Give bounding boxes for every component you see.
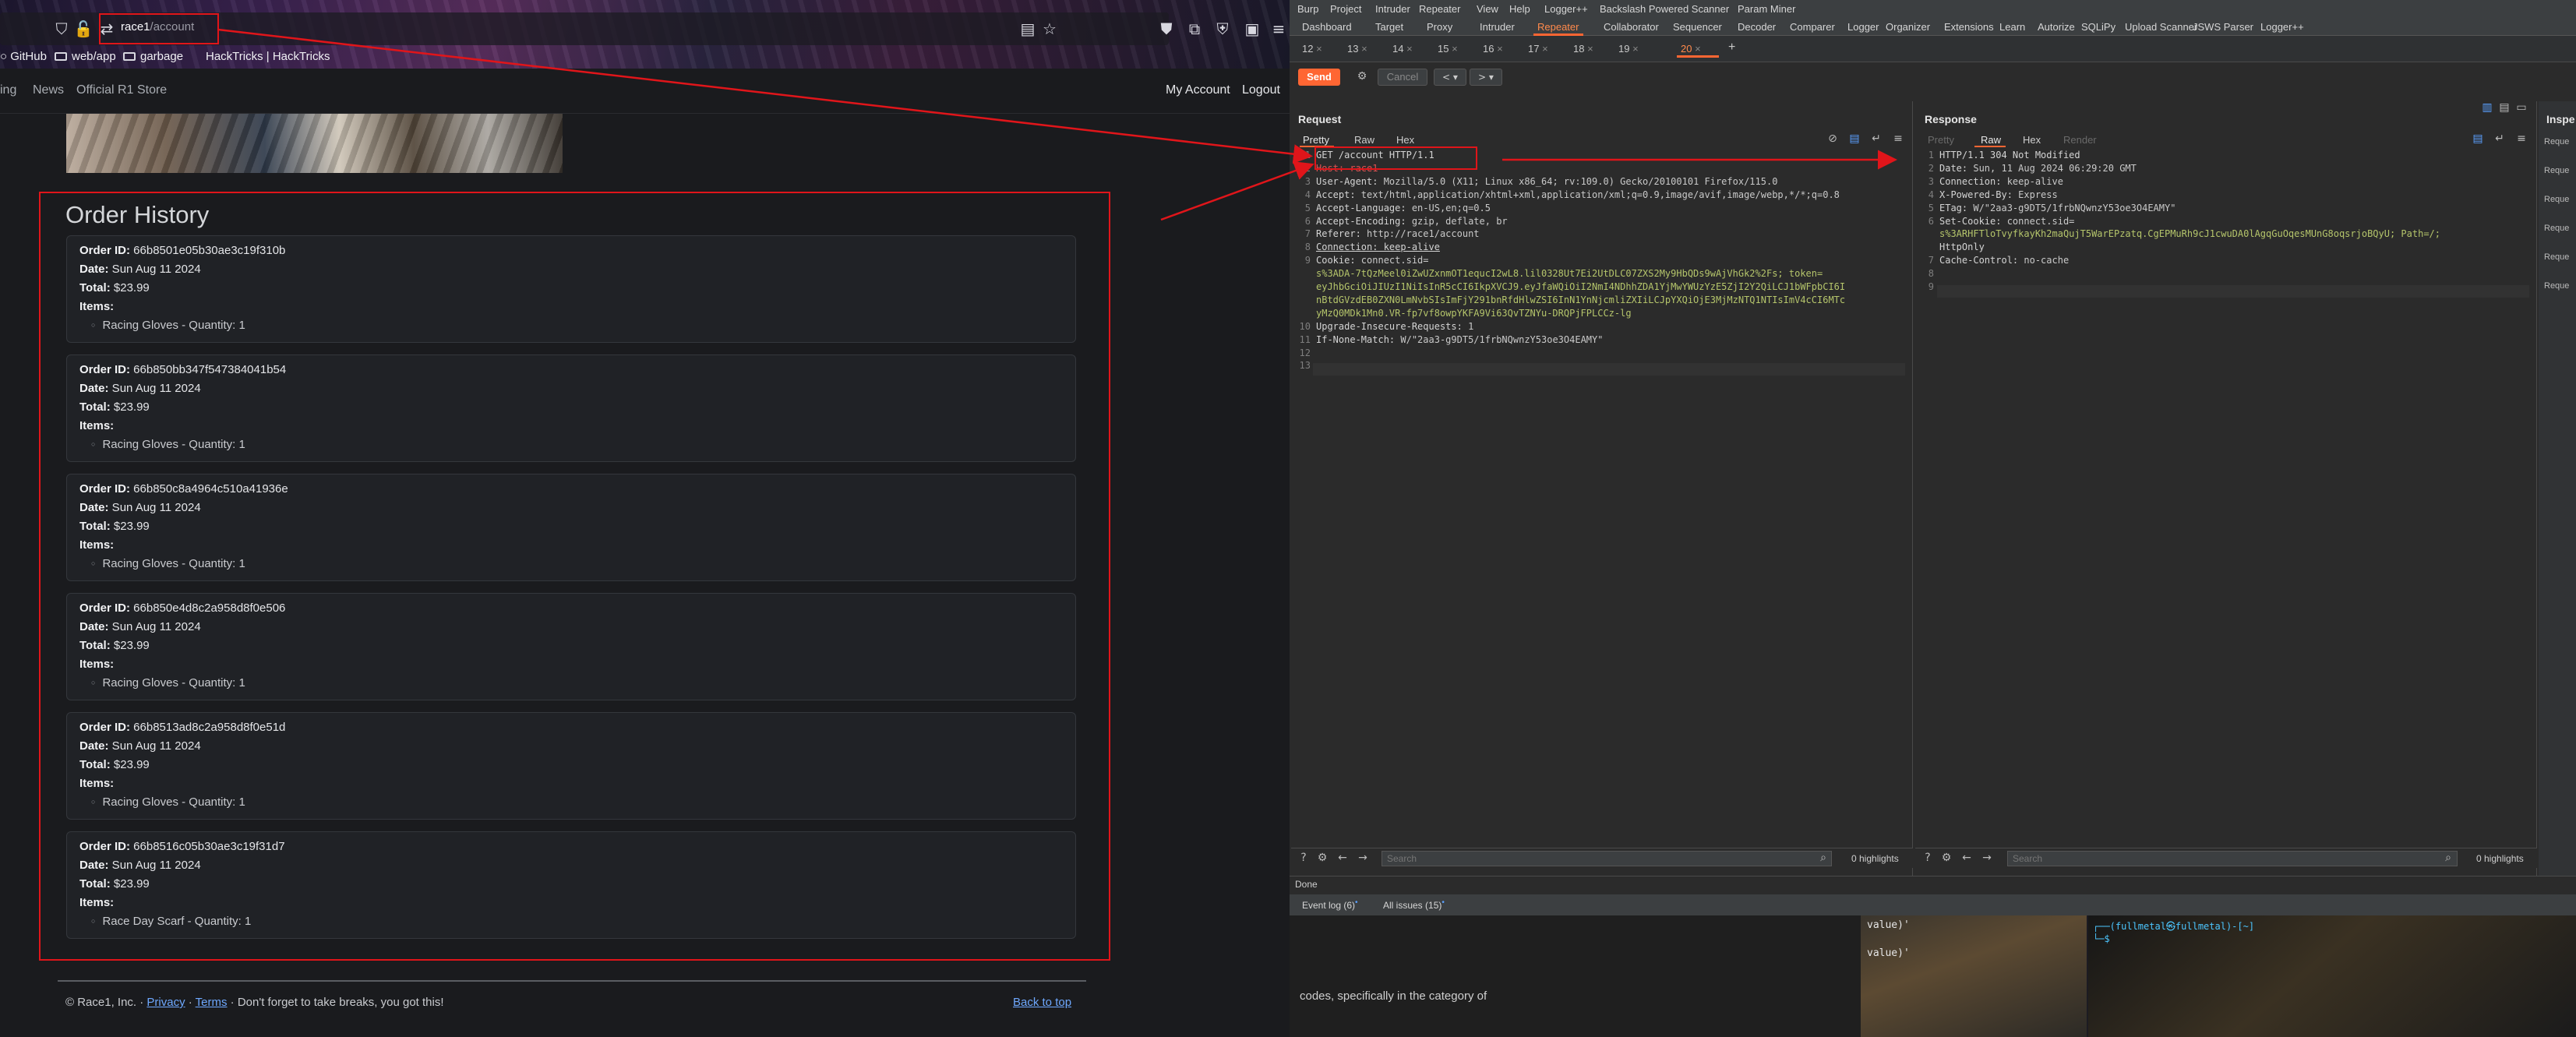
annotation-arrows <box>217 28 1897 221</box>
arrow-url-to-request <box>217 28 1313 164</box>
arrow-orders-to-request <box>1160 161 1314 221</box>
